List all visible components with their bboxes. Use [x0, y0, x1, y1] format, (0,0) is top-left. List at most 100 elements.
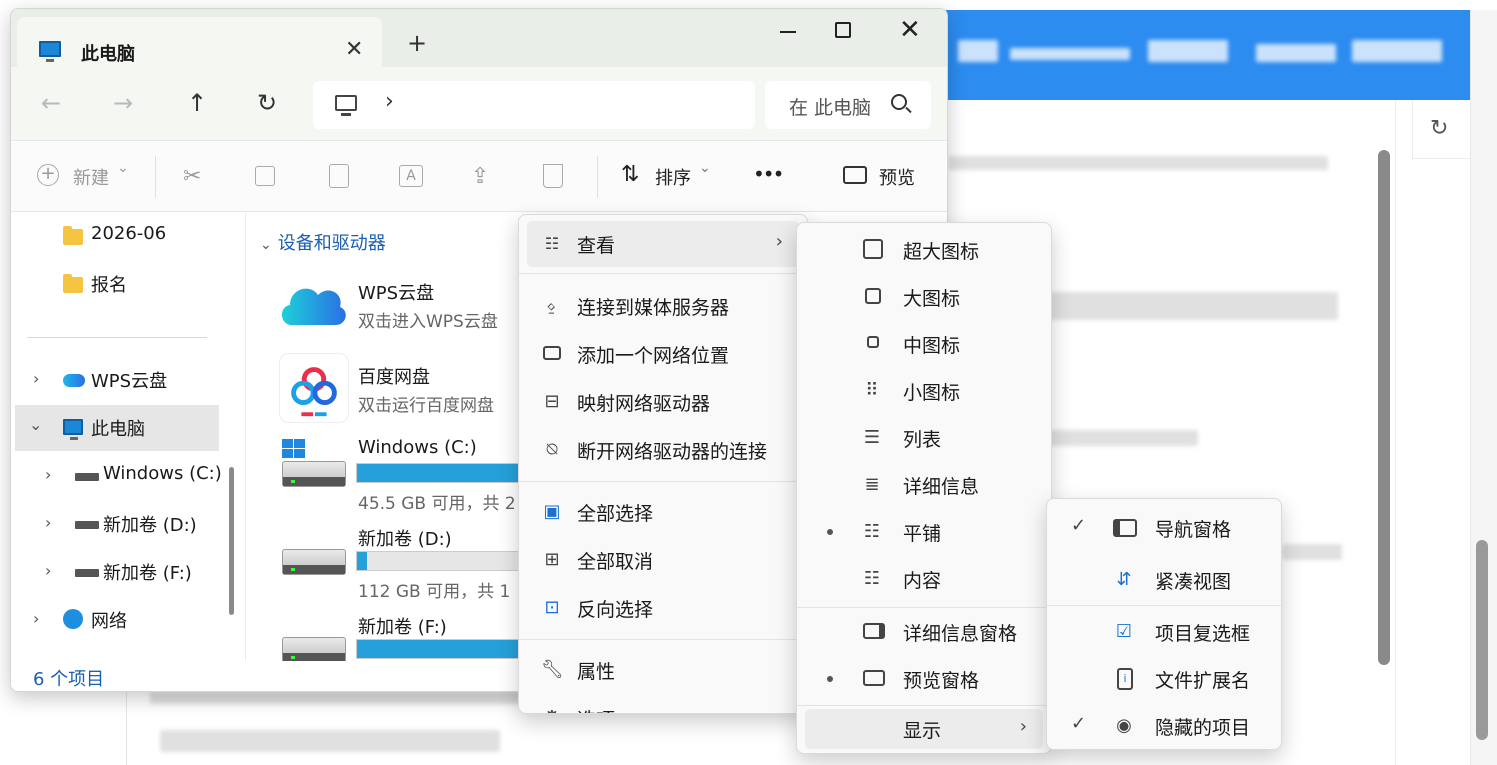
up-button[interactable]: ↑ — [187, 89, 207, 117]
chevron-right-icon[interactable]: › — [45, 561, 51, 580]
hard-drive-icon — [282, 637, 346, 661]
item-description: 45.5 GB 可用，共 2 — [358, 494, 516, 514]
menu-item-details-pane[interactable]: 详细信息窗格 — [805, 609, 1043, 655]
more-options-menu: ☷ 查看 › ⍚ 连接到媒体服务器 添加一个网络位置 ⊟ 映射网络驱动器 ⍉ 断… — [518, 214, 808, 714]
windows-drive-icon — [75, 473, 99, 481]
network-location-icon — [543, 346, 561, 360]
menu-item-label: 映射网络驱动器 — [577, 393, 711, 415]
chevron-right-icon[interactable]: › — [33, 609, 39, 628]
address-row: ← → ↑ ↻ › 在 此电脑 — [11, 67, 947, 141]
delete-icon[interactable] — [543, 164, 563, 188]
back-button[interactable]: ← — [41, 89, 61, 117]
menu-item-hidden-items[interactable]: ✓ ◉ 隐藏的项目 — [1055, 703, 1273, 749]
menu-item-connect-media-server[interactable]: ⍚ 连接到媒体服务器 — [527, 283, 799, 329]
show-submenu: ✓ 导航窗格 ⇵ 紧凑视图 ☑ 项目复选框 i 文件扩展名 ✓ ◉ 隐藏的项目 — [1046, 498, 1282, 750]
paste-icon[interactable] — [329, 164, 349, 188]
tiles-view-icon: ☷ — [863, 521, 881, 542]
background-scrollbar-thumb[interactable] — [1476, 540, 1488, 740]
nav-divider — [27, 337, 207, 338]
menu-item-label: 文件扩展名 — [1155, 670, 1251, 692]
menu-item-item-check-boxes[interactable]: ☑ 项目复选框 — [1055, 609, 1273, 655]
new-button[interactable]: + 新建 ⌄ — [37, 160, 137, 194]
background-inner-scrollbar[interactable] — [1378, 150, 1390, 665]
menu-item-list[interactable]: ☰ 列表 — [805, 415, 1043, 461]
item-count: 6 个项目 — [33, 669, 105, 690]
menu-item-disconnect-network-drive[interactable]: ⍉ 断开网络驱动器的连接 — [527, 427, 799, 473]
menu-item-small-icons[interactable]: ⠿ 小图标 — [805, 368, 1043, 414]
menu-item-tiles[interactable]: ☷ 平铺 — [805, 509, 1043, 555]
menu-item-properties[interactable]: 🔧︎ 属性 — [527, 647, 799, 693]
rename-icon[interactable]: A — [399, 165, 423, 187]
nav-item-2026-06[interactable]: 2026-06 — [11, 213, 221, 259]
menu-item-file-name-extensions[interactable]: i 文件扩展名 — [1055, 656, 1273, 702]
menu-item-add-network-location[interactable]: 添加一个网络位置 — [527, 331, 799, 377]
selected-indicator-icon — [827, 529, 833, 535]
window-close-button[interactable]: ✕ — [899, 15, 921, 45]
menu-item-label: 详细信息 — [903, 476, 980, 498]
menu-item-details[interactable]: ≣ 详细信息 — [805, 462, 1043, 508]
copy-icon[interactable] — [255, 166, 275, 186]
maximize-button[interactable] — [835, 22, 851, 38]
menu-item-content[interactable]: ☷ 内容 — [805, 556, 1043, 602]
nav-item-wps-cloud[interactable]: › WPS云盘 — [11, 357, 221, 403]
menu-item-label: 全部取消 — [577, 551, 654, 573]
cut-icon[interactable]: ✂ — [183, 164, 201, 189]
breadcrumb-chevron-icon[interactable]: › — [385, 89, 394, 114]
menu-item-large-icons[interactable]: 大图标 — [805, 274, 1043, 320]
nav-item-this-pc[interactable]: ⌄ 此电脑 — [15, 405, 219, 451]
nav-label: Windows (C:) — [103, 463, 222, 484]
nav-item-network[interactable]: › 网络 — [11, 597, 221, 643]
menu-item-show[interactable]: 显示 › — [805, 709, 1043, 749]
menu-item-view[interactable]: ☷ 查看 › — [527, 221, 799, 267]
preview-button[interactable]: 预览 — [843, 164, 923, 194]
group-header-devices[interactable]: ⌄ 设备和驱动器 — [260, 229, 386, 255]
compact-view-icon: ⇵ — [1116, 569, 1132, 590]
background-divider — [1395, 100, 1396, 765]
hard-drive-icon — [282, 461, 346, 487]
menu-item-navigation-pane[interactable]: ✓ 导航窗格 — [1055, 505, 1273, 551]
menu-item-preview-pane[interactable]: 预览窗格 — [805, 656, 1043, 702]
menu-item-invert-selection[interactable]: ⊡ 反向选择 — [527, 585, 799, 631]
background-refresh-icon[interactable]: ↻ — [1430, 116, 1448, 141]
menu-item-label: 内容 — [903, 570, 942, 592]
background-divider — [126, 690, 127, 765]
menu-item-extra-large-icons[interactable]: 超大图标 — [805, 227, 1043, 273]
chevron-right-icon[interactable]: › — [45, 513, 51, 532]
menu-item-label: 平铺 — [903, 523, 942, 545]
share-icon[interactable]: ⇪ — [471, 164, 489, 189]
sort-button[interactable]: ⇅ 排序 ⌄ — [621, 160, 721, 194]
chevron-right-icon[interactable]: › — [33, 369, 39, 388]
menu-item-options[interactable]: ⚙ 选项 — [527, 695, 799, 714]
nav-item-baoming[interactable]: 报名 — [11, 261, 221, 307]
background-blurred-text — [948, 156, 1328, 170]
menu-item-label: 小图标 — [903, 382, 961, 404]
menu-item-label: 反向选择 — [577, 599, 654, 621]
search-input[interactable]: 在 此电脑 — [789, 93, 873, 120]
nav-item-drive-c[interactable]: › Windows (C:) — [11, 453, 222, 499]
menu-item-map-network-drive[interactable]: ⊟ 映射网络驱动器 — [527, 379, 799, 425]
search-box[interactable]: 在 此电脑 — [765, 81, 931, 129]
drive-icon — [75, 569, 99, 577]
chevron-right-icon[interactable]: › — [45, 465, 51, 484]
background-blurred-text — [1010, 48, 1130, 60]
chevron-right-icon: › — [1019, 716, 1027, 737]
minimize-button[interactable] — [771, 21, 805, 33]
address-bar[interactable]: › — [313, 81, 755, 129]
menu-item-select-none[interactable]: ⊞ 全部取消 — [527, 537, 799, 583]
title-bar: 此电脑 ✕ + ✕ — [11, 9, 947, 75]
menu-item-medium-icons[interactable]: 中图标 — [805, 321, 1043, 367]
sort-label: 排序 — [655, 168, 691, 189]
forward-button[interactable]: → — [113, 89, 133, 117]
menu-item-compact-view[interactable]: ⇵ 紧凑视图 — [1055, 557, 1273, 603]
refresh-button[interactable]: ↻ — [257, 89, 277, 117]
menu-item-select-all[interactable]: ▣ 全部选择 — [527, 489, 799, 535]
disconnect-drive-icon: ⍉ — [546, 439, 558, 460]
chevron-down-icon[interactable]: ⌄ — [29, 415, 42, 434]
drive-usage-bar — [356, 463, 526, 483]
more-options-button[interactable]: ••• — [753, 162, 784, 186]
new-tab-button[interactable]: + — [407, 29, 427, 57]
tab-close-icon[interactable]: ✕ — [345, 37, 363, 62]
nav-item-drive-f[interactable]: › 新加卷 (F:) — [11, 549, 221, 595]
nav-scrollbar-thumb[interactable] — [229, 467, 234, 615]
nav-item-drive-d[interactable]: › 新加卷 (D:) — [11, 501, 221, 547]
